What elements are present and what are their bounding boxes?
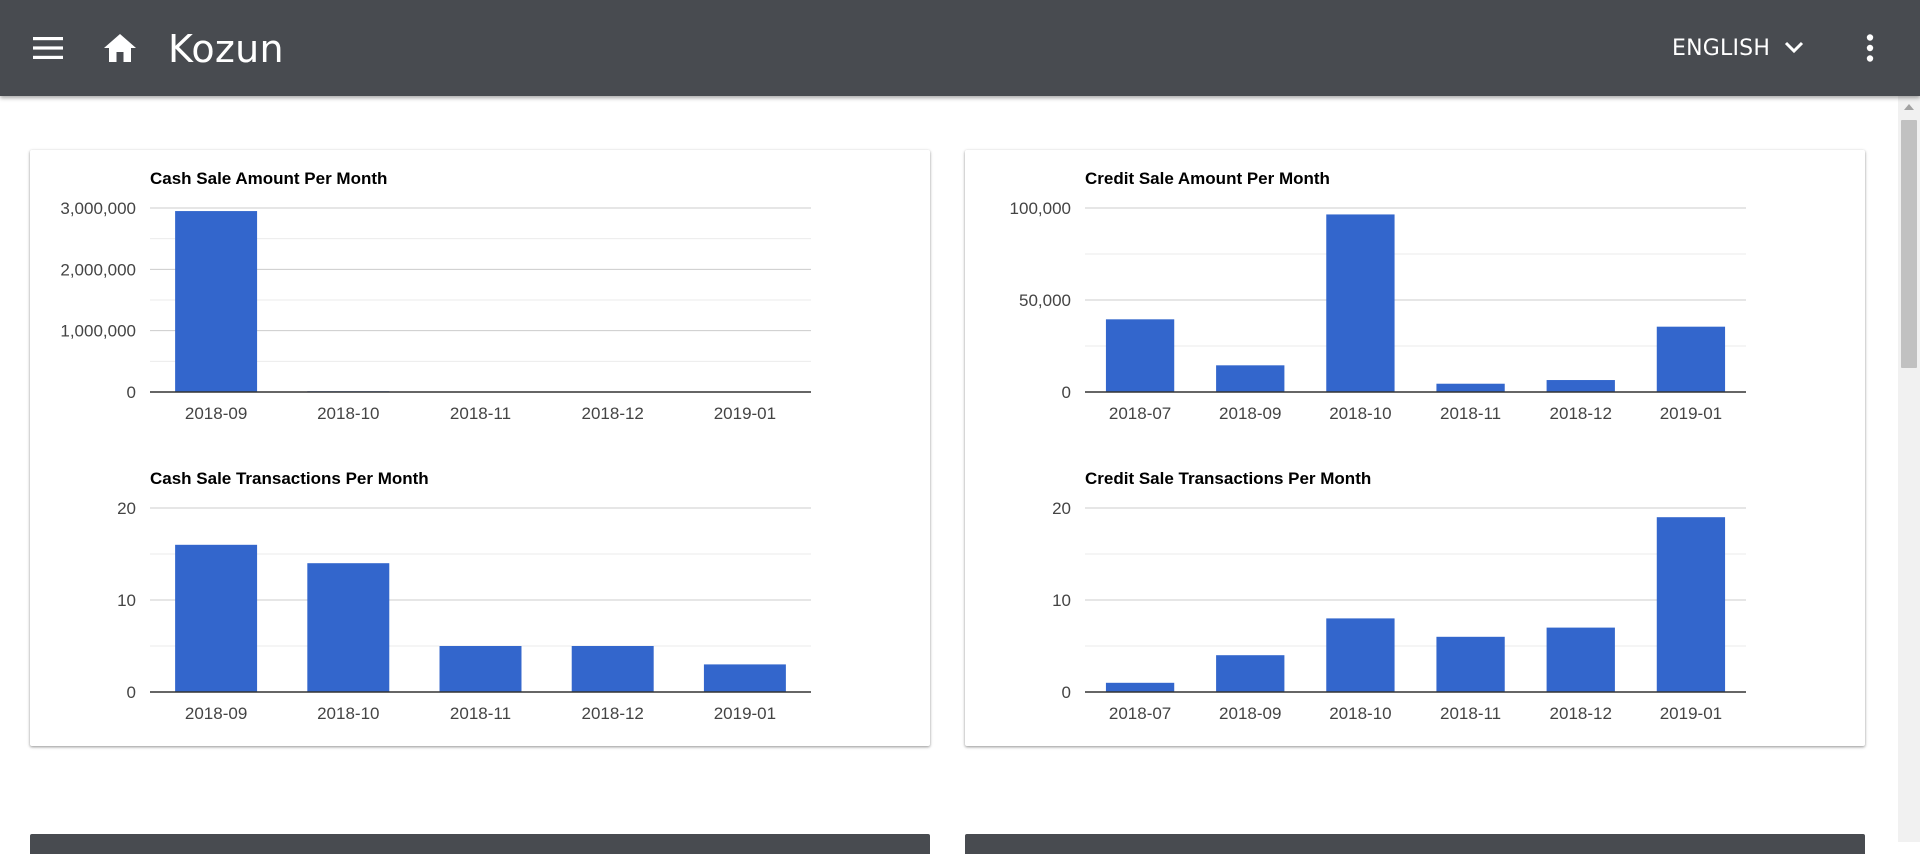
chart0-y-tick-label: 1,000,000	[60, 322, 136, 341]
chart1-x-tick-label: 2018-11	[450, 704, 511, 723]
credit-amount-chart: Credit Sale Amount Per Month 0 50,000 100,0…	[965, 150, 1865, 410]
scrollbar-thumb[interactable]	[1901, 120, 1917, 368]
app-bar: Kozun ENGLISH	[0, 0, 1920, 96]
chart3-bar	[1436, 637, 1504, 692]
chart3-bar	[1547, 628, 1615, 692]
credit-transactions-chart: Credit Sale Transactions Per Month010202…	[965, 450, 1865, 710]
chart3-y-tick-label: 10	[1052, 591, 1071, 610]
chart1-x-tick-label: 2018-12	[582, 704, 644, 723]
chart0-x-tick-label: 2018-11	[450, 404, 511, 423]
chart3-bar	[1106, 683, 1174, 692]
chart2-x-tick-label: 2018-10	[1329, 404, 1391, 423]
chart3-x-tick-label: 2018-12	[1550, 704, 1612, 723]
chart3-bar	[1657, 517, 1725, 692]
chart0-x-tick-label: 2018-10	[317, 404, 379, 423]
chart1-bar	[175, 545, 257, 692]
chart2-x-tick-label: 2019-01	[1660, 404, 1722, 423]
chart3-bar	[1216, 655, 1284, 692]
chart2-x-tick-label: 2018-07	[1109, 404, 1171, 423]
chart1-x-tick-label: 2018-10	[317, 704, 379, 723]
language-label: ENGLISH	[1672, 36, 1770, 61]
chart3-x-tick-label: 2018-07	[1109, 704, 1171, 723]
cash-amount-chart: Cash Sale Amount Per Month 0 1,000,000 2,00…	[30, 150, 930, 410]
chart2-y-tick-label: 0	[1062, 383, 1071, 402]
chart2-bar	[1216, 365, 1284, 392]
chart0-y-tick-label: 2,000,000	[60, 260, 136, 279]
chart1-bar	[704, 664, 786, 692]
next-card-header-left	[30, 834, 930, 854]
chart2-x-tick-label: 2018-09	[1219, 404, 1281, 423]
home-icon	[104, 34, 136, 62]
chart1-x-tick-label: 2018-09	[185, 704, 247, 723]
chart1-title: Cash Sale Transactions Per Month	[150, 469, 429, 488]
chart0-y-tick-label: 3,000,000	[60, 199, 136, 218]
more-options-button[interactable]	[1846, 24, 1894, 72]
chart0-x-tick-label: 2019-01	[714, 404, 776, 423]
chart0-x-tick-label: 2018-09	[185, 404, 247, 423]
chart3-y-tick-label: 20	[1052, 499, 1071, 518]
chart2-y-tick-label: 50,000	[1019, 291, 1071, 310]
chart2-bar	[1326, 214, 1394, 392]
chart2-bar	[1106, 319, 1174, 392]
chart2-x-tick-label: 2018-12	[1550, 404, 1612, 423]
chart0-y-tick-label: 0	[127, 383, 136, 402]
chart0-x-tick-label: 2018-12	[582, 404, 644, 423]
chart1-y-tick-label: 10	[117, 591, 136, 610]
more-vert-icon	[1866, 34, 1874, 62]
language-select[interactable]: ENGLISH	[1672, 28, 1804, 68]
chart3-x-tick-label: 2019-01	[1660, 704, 1722, 723]
vertical-scrollbar[interactable]	[1898, 96, 1920, 842]
chart1-bar	[572, 646, 654, 692]
next-card-header-right	[965, 834, 1865, 854]
home-button[interactable]	[96, 24, 144, 72]
chart3-y-tick-label: 0	[1062, 683, 1071, 702]
chart2-title: Credit Sale Amount Per Month	[1085, 169, 1330, 188]
chart2-bar	[1547, 380, 1615, 392]
chart2-bar	[1436, 384, 1504, 392]
menu-button[interactable]	[24, 24, 72, 72]
chart3-title: Credit Sale Transactions Per Month	[1085, 469, 1371, 488]
chart1-y-tick-label: 20	[117, 499, 136, 518]
chart2-x-tick-label: 2018-11	[1440, 404, 1501, 423]
scroll-up-arrow-icon[interactable]	[1898, 96, 1920, 118]
chart0-bar	[175, 211, 257, 392]
chart1-y-tick-label: 0	[127, 683, 136, 702]
chart1-x-tick-label: 2019-01	[714, 704, 776, 723]
chart3-x-tick-label: 2018-10	[1329, 704, 1391, 723]
chart2-y-tick-label: 100,000	[1010, 199, 1071, 218]
app-title: Kozun	[168, 26, 284, 72]
chart3-bar	[1326, 618, 1394, 692]
chevron-down-icon	[1784, 41, 1804, 55]
menu-icon	[33, 37, 63, 59]
chart0-title: Cash Sale Amount Per Month	[150, 169, 387, 188]
chart2-bar	[1657, 327, 1725, 392]
cash-transactions-chart: Cash Sale Transactions Per Month01020201…	[30, 450, 930, 710]
chart1-bar	[440, 646, 522, 692]
chart3-x-tick-label: 2018-11	[1440, 704, 1501, 723]
chart1-bar	[307, 563, 389, 692]
chart3-x-tick-label: 2018-09	[1219, 704, 1281, 723]
